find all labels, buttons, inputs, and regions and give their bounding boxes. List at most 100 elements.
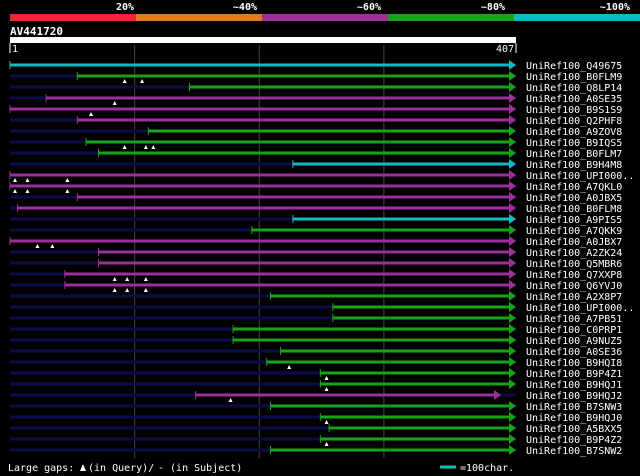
hit-arrow-icon [509,137,516,147]
hit-arrow-icon [509,368,516,378]
hit-arrow-icon [509,445,516,455]
hit-label: UniRef100_B9P4Z1 [526,369,622,380]
hit-arrow-icon [509,258,516,268]
hit-arrow-icon [509,225,516,235]
hit-label: UniRef100_A7QKK9 [526,226,622,237]
legend-band-label: ~40% [233,2,257,13]
footer-query-note: (in Query)/ [88,463,154,474]
hit-label: UniRef100_Q7XXP8 [526,270,622,281]
hit-arrow-icon [509,401,516,411]
blast-hit-overview: 20% ~40% ~60% ~80% ~100% AV441720 1 407 UniRef10… [0,0,640,476]
hit-label: UniRef100_A7PB51 [526,314,622,325]
gap-marker-icon [122,79,127,83]
hit-label: UniRef100_Q2PHF8 [526,116,622,127]
hit-label: UniRef100_Q5MBR6 [526,259,622,270]
hit-label: UniRef100_A5BXX5 [526,424,622,435]
hit-arrow-icon [509,170,516,180]
hit-label: UniRef100_C0PRP1 [526,325,622,336]
hit-label: UniRef100_B7SNW2 [526,446,622,457]
gap-marker-icon [12,178,17,182]
hit-label: UniRef100_A7QKL0 [526,182,622,193]
hit-arrow-icon [509,412,516,422]
hit-arrow-icon [509,71,516,81]
gap-marker-icon [25,189,30,193]
gap-marker-icon [228,398,233,402]
gap-marker-icon [35,244,40,248]
gap-marker-icon [50,244,55,248]
legend-band-4 [514,14,640,21]
hit-label: UniRef100_UPI000.. [526,303,634,314]
hit-arrow-icon [509,357,516,367]
hit-label: UniRef100_B9H4M8 [526,160,622,171]
scale-end-label: 407 [496,44,514,55]
hit-label: UniRef100_A9ZOV8 [526,127,622,138]
hit-label: UniRef100_B7SNW3 [526,402,622,413]
hit-arrow-icon [509,280,516,290]
hit-label: UniRef100_B9S1S9 [526,105,622,116]
hit-arrow-icon [509,423,516,433]
footer-scale-note: =100char. [460,463,514,474]
hit-label: UniRef100_B9HQJ1 [526,380,622,391]
legend-band-label: ~60% [357,2,381,13]
gap-marker-icon [125,288,130,292]
hit-label: UniRef100_B9HQJ2 [526,391,622,402]
hit-label: UniRef100_B9P4Z2 [526,435,622,446]
query-scale-bar [10,37,516,43]
footer-gaps-label: Large gaps: [8,463,74,474]
hit-arrow-icon [509,346,516,356]
query-gap-icon [80,464,86,471]
hit-label: UniRef100_B0FLM9 [526,72,622,83]
legend-band-3 [388,14,514,21]
hit-arrow-icon [509,126,516,136]
hit-arrow-icon [509,335,516,345]
hit-label: UniRef100_A9NUZ5 [526,336,622,347]
gap-marker-icon [324,442,329,446]
hit-arrow-icon [509,82,516,92]
hit-label: UniRef100_A0SE35 [526,94,622,105]
hit-arrow-icon [509,115,516,125]
gap-marker-icon [89,112,94,116]
gap-marker-icon [143,145,148,149]
hit-label: UniRef100_A0JBX7 [526,237,622,248]
gap-marker-icon [112,277,117,281]
hit-arrow-icon [509,148,516,158]
hit-label: UniRef100_A0JBX5 [526,193,622,204]
gap-marker-icon [65,189,70,193]
hit-label: UniRef100_A9PIS5 [526,215,622,226]
hit-label: UniRef100_Q6YVJ0 [526,281,622,292]
hit-arrow-icon [509,203,516,213]
hit-label: UniRef100_A2ZK24 [526,248,622,259]
hit-label: UniRef100_UPI000.. [526,171,634,182]
alignment-graphic: 20% ~40% ~60% ~80% ~100% AV441720 1 407 UniRef10… [8,2,640,474]
query-title: AV441720 [10,25,63,38]
gap-marker-icon [143,288,148,292]
legend-band-label: ~80% [481,2,505,13]
hit-arrow-icon [509,181,516,191]
gap-marker-icon [324,387,329,391]
gap-marker-icon [112,288,117,292]
hit-label: UniRef100_A0SE36 [526,347,622,358]
hit-arrow-icon [509,434,516,444]
hit-label: UniRef100_A2X8P7 [526,292,622,303]
hit-arrow-icon [509,214,516,224]
hit-label: UniRef100_B0FLM8 [526,204,622,215]
gap-marker-icon [122,145,127,149]
hit-arrow-icon [509,236,516,246]
legend-band-2 [262,14,388,21]
hit-label: UniRef100_Q8LP14 [526,83,622,94]
gap-marker-icon [65,178,70,182]
hit-arrow-icon [509,247,516,257]
hit-arrow-icon [509,159,516,169]
legend-band-label: 20% [116,2,134,13]
legend-band-0 [10,14,136,21]
hit-label: UniRef100_B9IQS5 [526,138,622,149]
gap-marker-icon [12,189,17,193]
hit-arrow-icon [509,269,516,279]
hit-arrow-icon [509,379,516,389]
hit-arrow-icon [509,324,516,334]
gap-marker-icon [112,101,117,105]
hit-label: UniRef100_B9HQI8 [526,358,622,369]
gap-marker-icon [324,420,329,424]
legend-band-1 [136,14,262,21]
gap-marker-icon [324,376,329,380]
